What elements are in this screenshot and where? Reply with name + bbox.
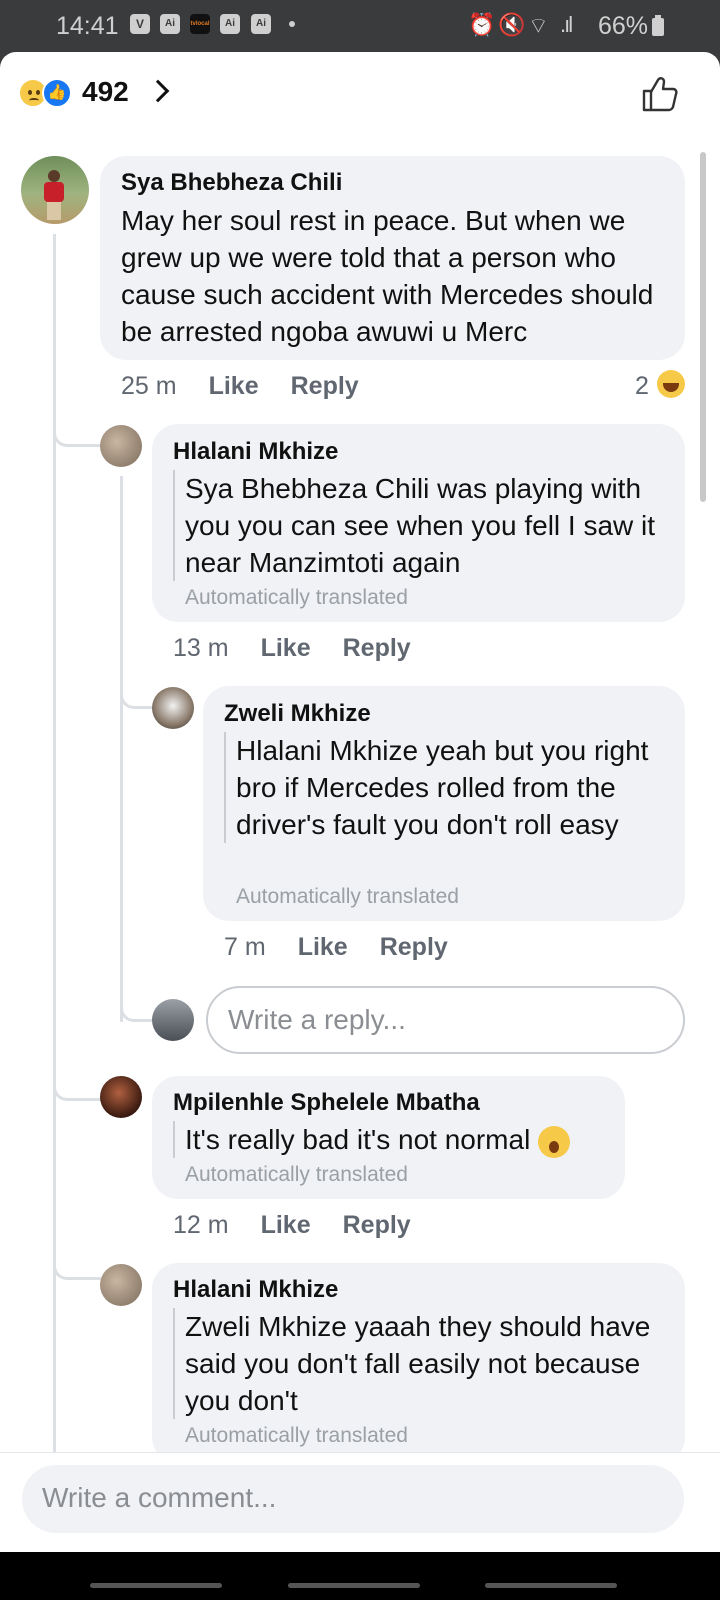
wifi-icon: ⌔ [528,13,549,38]
reply-button[interactable]: Reply [291,372,359,400]
reaction-count-small[interactable]: 2 [635,372,649,401]
battery-icon [652,15,664,36]
thread-line-nested [120,476,123,1022]
comment-text: May her soul rest in peace. But when we … [121,205,654,347]
avatar[interactable] [100,425,142,467]
status-time: 14:41 [56,12,119,40]
comment-time: 25 m [121,372,177,400]
comment-author[interactable]: Hlalani Mkhize [173,438,338,466]
nav-back-button[interactable] [485,1583,617,1588]
comment-text: Hlalani Mkhize yeah but you right bro if… [224,732,674,843]
thread-branch [120,666,154,709]
reactions-header: 👍 492 [0,52,720,134]
reaction-count[interactable]: 492 [82,76,129,108]
avatar[interactable] [100,1264,142,1306]
comment-composer: Write a comment... [0,1452,720,1552]
thread-branch [53,1233,101,1280]
system-nav-bar [0,1552,720,1600]
comment-time: 13 m [173,634,229,662]
auto-translated-label[interactable]: Automatically translated [185,1424,408,1448]
comment-author[interactable]: Hlalani Mkhize [173,1276,338,1304]
thread-branch [53,1054,101,1101]
thread-branch [120,966,154,1022]
comment-meta: 25 m Like Reply [121,372,359,401]
auto-translated-label[interactable]: Automatically translated [185,1163,408,1187]
signal-icon: .ıl [560,12,573,37]
reply-button[interactable]: Reply [343,634,411,662]
avatar[interactable] [21,156,89,224]
reply-button[interactable]: Reply [380,933,448,961]
comment-author[interactable]: Mpilenhle Sphelele Mbatha [173,1089,480,1117]
app-icon-ai: Ai [160,14,180,34]
comment-text: It's really bad it's not normal [173,1121,613,1158]
like-button[interactable]: Like [298,933,348,961]
alarm-icon: ⏰ [468,12,496,37]
comment-input[interactable]: Write a comment... [22,1465,684,1533]
status-bar: 14:41 V Ai tvlocal Ai Ai ⏰ 🔇 ⌔ .ıl 66% [0,0,720,52]
like-button[interactable]: Like [261,634,311,662]
app-icon-v: V [130,14,150,34]
comment-placeholder: Write a comment... [42,1482,277,1513]
comment-author[interactable]: Sya Bhebheza Chili [121,169,342,197]
comment-text: Sya Bhebheza Chili was playing with you … [173,470,673,581]
wow-emoji-icon [538,1125,571,1158]
avatar[interactable] [152,687,194,729]
laugh-reaction-icon [657,370,685,398]
comment-meta: 12 m Like Reply [173,1211,411,1240]
like-button[interactable]: Like [209,372,259,400]
like-outline-icon[interactable] [640,74,680,114]
nav-recents-button[interactable] [90,1583,222,1588]
reply-button[interactable]: Reply [343,1211,411,1239]
like-button[interactable]: Like [261,1211,311,1239]
app-icon-ai-2: Ai [220,14,240,34]
mute-icon: 🔇 [498,12,526,37]
auto-translated-label[interactable]: Automatically translated [185,586,408,610]
app-icon-ai-3: Ai [251,14,271,34]
user-avatar[interactable] [152,999,194,1041]
comment-meta: 13 m Like Reply [173,634,411,663]
comment-author[interactable]: Zweli Mkhize [224,700,371,728]
app-icon-tv: tvlocal [190,14,210,34]
nav-home-button[interactable] [288,1583,420,1588]
chevron-right-icon[interactable] [146,79,170,103]
comment-meta: 7 m Like Reply [224,933,448,962]
auto-translated-label[interactable]: Automatically translated [236,885,459,909]
avatar[interactable] [100,1076,142,1118]
thread-branch [53,402,101,447]
comment-text: Zweli Mkhize yaaah they should have said… [173,1308,673,1419]
reply-placeholder: Write a reply... [228,1004,406,1035]
comments-sheet: 👍 492 Sya Bhebheza Chili May her soul re… [0,52,720,1600]
reactions-summary[interactable]: 👍 [18,78,78,108]
battery-percent: 66% [598,12,649,40]
like-reaction-icon: 👍 [42,78,72,108]
scrollbar[interactable] [700,152,706,502]
comment-text-content: It's really bad it's not normal [185,1124,531,1155]
comment-time: 12 m [173,1211,229,1239]
comment-time: 7 m [224,933,266,961]
notification-dot [289,21,295,27]
reply-input[interactable]: Write a reply... [206,986,685,1054]
